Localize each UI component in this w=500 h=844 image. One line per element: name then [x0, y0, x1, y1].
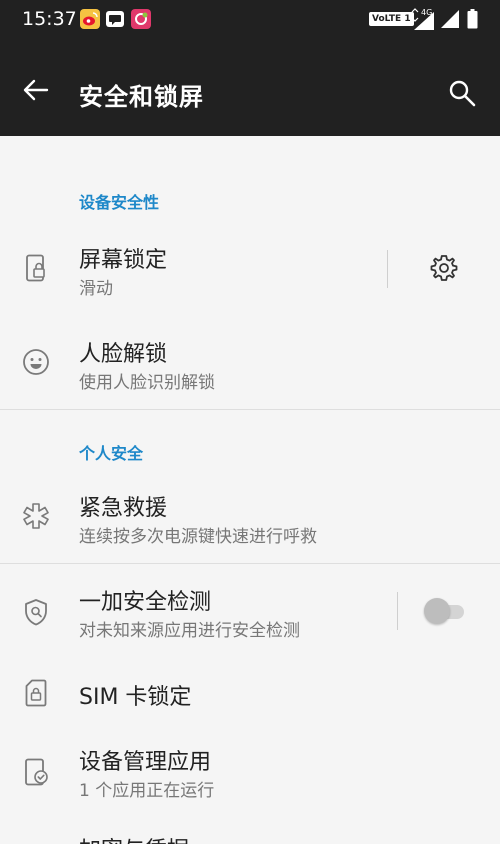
face-unlock-title: 人脸解锁 [79, 342, 168, 367]
encryption-credentials-title: 加密与凭据 [79, 832, 189, 844]
face-icon [23, 349, 49, 375]
signal-icon [441, 10, 459, 28]
weibo-icon [80, 9, 100, 29]
section-header-personal-safety: 个人安全 [79, 444, 144, 463]
arrow-left-icon [23, 79, 49, 101]
device-admin-apps-title: 设备管理应用 [79, 750, 212, 775]
status-bar: 15:37 VoLTE 1 4G [0, 0, 500, 40]
search-button[interactable] [446, 78, 478, 110]
device-admin-apps-subtitle: 1 个应用正在运行 [79, 781, 215, 801]
face-unlock-subtitle: 使用人脸识别解锁 [79, 373, 215, 393]
screen-lock-title: 屏幕锁定 [79, 248, 168, 273]
sim-lock-item[interactable]: SIM 卡锁定 [0, 664, 500, 724]
app-bar: 安全和锁屏 [0, 40, 500, 136]
screen-lock-item[interactable]: 屏幕锁定 滑动 [0, 232, 500, 308]
face-unlock-item[interactable]: 人脸解锁 使用人脸识别解锁 [0, 326, 500, 408]
page-title: 安全和锁屏 [79, 83, 204, 111]
app-notification-icon [131, 9, 151, 29]
battery-icon [467, 9, 478, 29]
vertical-divider [397, 592, 398, 630]
emergency-rescue-subtitle: 连续按多次电源键快速进行呼救 [79, 527, 317, 547]
message-icon [106, 11, 124, 27]
volte-badge: VoLTE 1 [369, 12, 414, 26]
sim-lock-icon [25, 679, 47, 707]
security-check-toggle[interactable] [424, 598, 468, 624]
toggle-thumb [424, 598, 450, 624]
device-admin-icon [25, 758, 48, 786]
signal-4g-icon: 4G [411, 8, 434, 30]
screen-lock-settings-button[interactable] [428, 252, 460, 284]
oneplus-security-check-title: 一加安全检测 [79, 590, 212, 615]
oneplus-security-check-subtitle: 对未知来源应用进行安全检测 [79, 621, 300, 641]
gear-icon [430, 255, 458, 281]
emergency-rescue-item[interactable]: 紧急救援 连续按多次电源键快速进行呼救 [0, 480, 500, 562]
back-button[interactable] [20, 74, 52, 106]
screen-lock-subtitle: 滑动 [79, 279, 113, 299]
device-admin-apps-item[interactable]: 设备管理应用 1 个应用正在运行 [0, 736, 500, 816]
sim-lock-title: SIM 卡锁定 [79, 685, 192, 710]
phone-lock-icon [26, 254, 45, 282]
section-divider [0, 409, 500, 410]
shield-icon [25, 599, 47, 626]
section-header-device-security: 设备安全性 [79, 193, 160, 212]
vertical-divider [387, 250, 388, 288]
emergency-rescue-title: 紧急救援 [79, 496, 168, 521]
emergency-icon [23, 503, 49, 529]
section-divider [0, 563, 500, 564]
status-time: 15:37 [22, 8, 77, 30]
encryption-credentials-item[interactable]: 加密与凭据 [0, 830, 500, 844]
search-icon [449, 80, 476, 107]
